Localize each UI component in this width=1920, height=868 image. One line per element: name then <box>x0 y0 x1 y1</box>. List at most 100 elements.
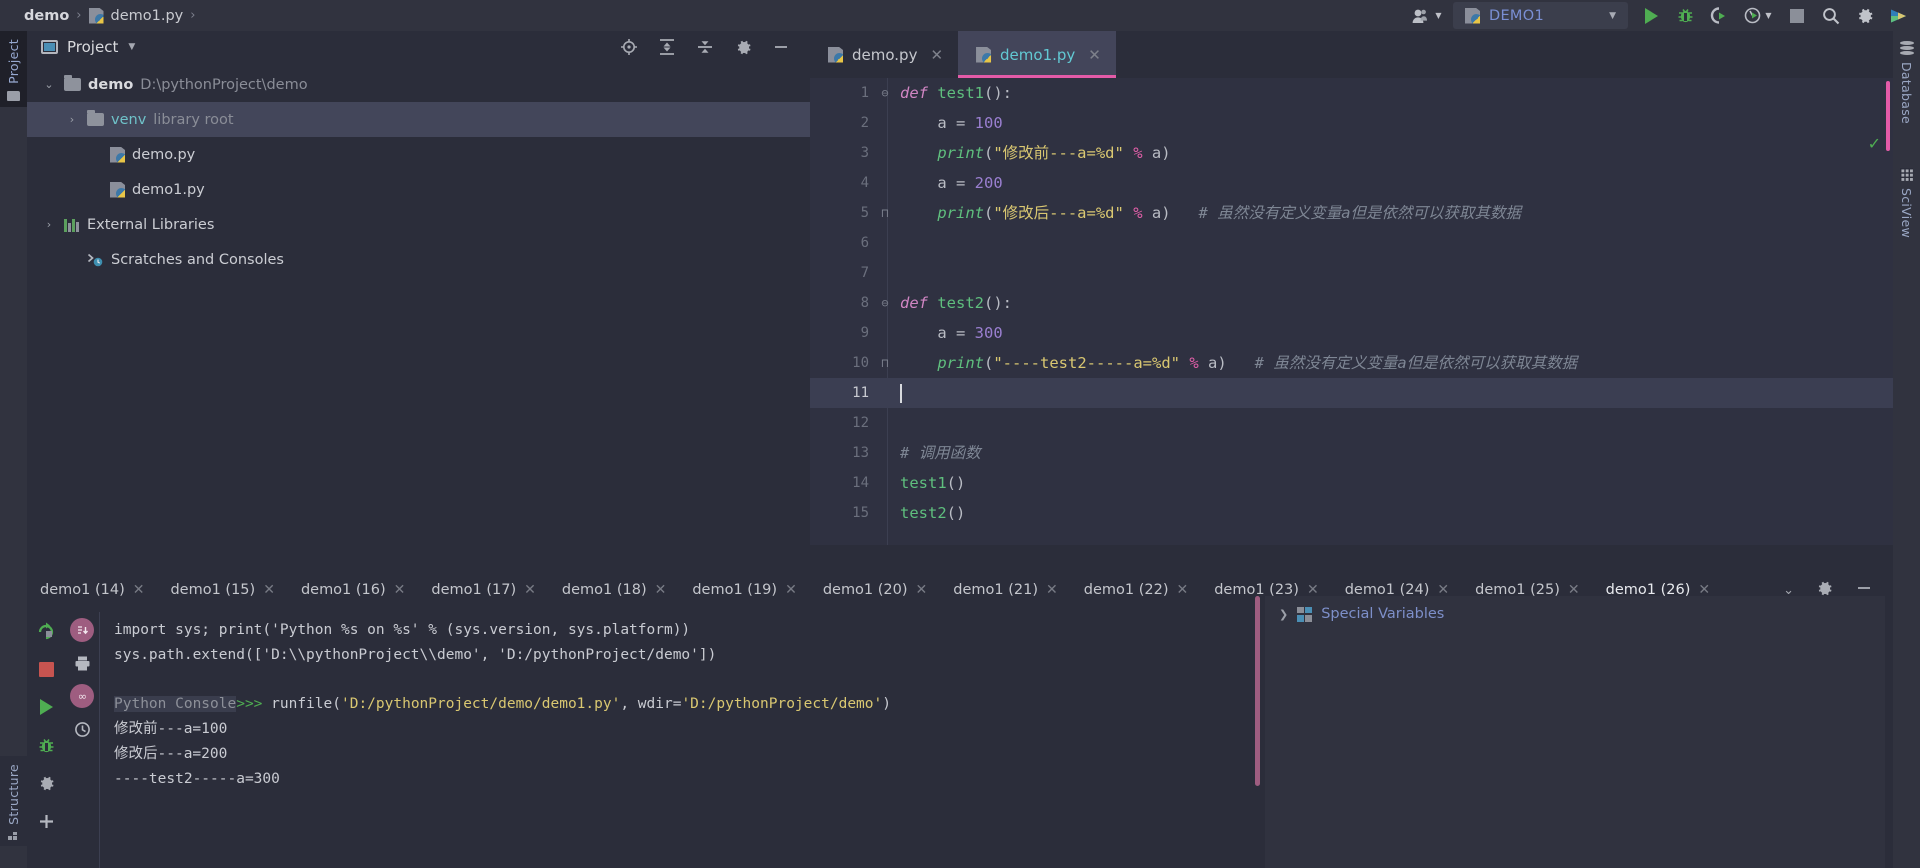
locate-icon[interactable] <box>620 38 638 56</box>
code-line[interactable]: 6 <box>810 228 1893 258</box>
console-tab[interactable]: demo1 (22) ✕ <box>1071 568 1201 612</box>
sidebar-item-database[interactable]: Database <box>1893 31 1920 134</box>
tree-item-scratches-and-consoles[interactable]: Scratches and Consoles <box>27 242 810 277</box>
editor-tab-demo-py[interactable]: demo.py ✕ <box>810 31 958 78</box>
user-dropdown-icon[interactable]: ▼ <box>1405 0 1449 31</box>
tree-item-demo-py[interactable]: demo.py <box>27 137 810 172</box>
line-number: 12 <box>852 415 869 431</box>
close-icon[interactable]: ✕ <box>655 582 667 598</box>
code-line[interactable]: 13 # 调用函数 <box>810 438 1893 468</box>
collapse-all-icon[interactable] <box>696 38 714 56</box>
settings-icon[interactable] <box>35 772 57 794</box>
settings-icon[interactable] <box>1848 0 1882 31</box>
history-icon[interactable] <box>71 718 93 740</box>
sidebar-item-project[interactable]: Project <box>0 31 27 107</box>
code-line[interactable]: 4 a = 200 <box>810 168 1893 198</box>
rail-label-structure: Structure <box>6 764 21 825</box>
stop-button[interactable] <box>1780 0 1814 31</box>
import-icon[interactable] <box>70 618 94 642</box>
debug-button[interactable] <box>1668 0 1702 31</box>
code-line[interactable]: 3 print("修改前---a=%d" % a) <box>810 138 1893 168</box>
chevron-down-icon[interactable]: ▼ <box>1609 11 1616 21</box>
code-line[interactable]: 8 ⊖ def test2(): <box>810 288 1893 318</box>
code-line[interactable]: 1 ⊖ def test1(): <box>810 78 1893 108</box>
code-line[interactable]: 12 <box>810 408 1893 438</box>
close-icon[interactable]: ✕ <box>1088 46 1101 64</box>
print-icon[interactable] <box>71 652 93 674</box>
code-line[interactable]: 5 ⊓ print("修改后---a=%d" % a) # 虽然没有定义变量a但是… <box>810 198 1893 228</box>
run-button[interactable] <box>1634 0 1668 31</box>
close-icon[interactable]: ✕ <box>263 582 275 598</box>
chevron-right-icon[interactable]: › <box>64 113 80 126</box>
close-icon[interactable]: ✕ <box>524 582 536 598</box>
console-tab[interactable]: demo1 (20) ✕ <box>810 568 940 612</box>
eyes-icon[interactable]: ∞ <box>70 684 94 708</box>
chevron-down-icon[interactable]: ▼ <box>128 42 135 52</box>
code-line[interactable]: 7 <box>810 258 1893 288</box>
run-configuration-selector[interactable]: DEMO1 ▼ <box>1453 2 1628 29</box>
stop-icon[interactable] <box>35 658 57 680</box>
search-icon[interactable] <box>1814 0 1848 31</box>
console-tab[interactable]: demo1 (18) ✕ <box>549 568 679 612</box>
breadcrumb[interactable]: demo › demo1.py › <box>0 7 195 24</box>
tree-item-label: demo1.py <box>132 181 205 198</box>
close-icon[interactable]: ✕ <box>1046 582 1058 598</box>
breadcrumb-project[interactable]: demo <box>24 8 69 24</box>
editor-scrollbar-marker[interactable] <box>1886 81 1890 151</box>
sidebar-item-structure[interactable]: Structure <box>0 756 27 846</box>
code-fold-icon[interactable]: ⊖ <box>872 78 898 108</box>
tree-item-venv[interactable]: › venv library root <box>27 102 810 137</box>
code-line[interactable]: 14 test1() <box>810 468 1893 498</box>
chevron-right-icon[interactable]: › <box>41 218 57 231</box>
run-with-coverage-button[interactable] <box>1702 0 1736 31</box>
settings-icon[interactable] <box>734 38 752 56</box>
sidebar-item-sciview[interactable]: SciView <box>1893 158 1920 248</box>
hide-panel-icon[interactable] <box>772 38 790 56</box>
editor-tab-label: demo1.py <box>1000 45 1076 64</box>
close-icon[interactable]: ✕ <box>916 582 928 598</box>
code-line[interactable]: 11 <box>810 378 1893 408</box>
resume-icon[interactable] <box>35 696 57 718</box>
code-fold-icon[interactable]: ⊖ <box>872 288 898 318</box>
console-tab[interactable]: demo1 (15) ✕ <box>157 568 287 612</box>
tree-item-demo[interactable]: ⌄ demo D:\pythonProject\demo <box>27 67 810 102</box>
close-icon[interactable]: ✕ <box>394 582 406 598</box>
chevron-down-icon[interactable]: ⌄ <box>41 78 57 91</box>
close-icon[interactable]: ✕ <box>785 582 797 598</box>
console-tab[interactable]: demo1 (17) ✕ <box>418 568 548 612</box>
console-action-rail <box>27 612 65 868</box>
console-tab[interactable]: demo1 (19) ✕ <box>679 568 809 612</box>
special-variables-row[interactable]: ❯ Special Variables <box>1279 606 1885 622</box>
inspection-ok-icon[interactable]: ✓ <box>1868 134 1881 153</box>
close-icon[interactable]: ✕ <box>133 582 145 598</box>
debug-icon[interactable] <box>35 734 57 756</box>
python-config-icon <box>1465 7 1480 24</box>
code-fold-icon[interactable]: ⊓ <box>872 198 898 228</box>
code-editor[interactable]: 1 ⊖ def test1(): 2 a = 100 3 print("修改前---a=… <box>810 78 1893 545</box>
code-lines[interactable]: 1 ⊖ def test1(): 2 a = 100 3 print("修改前---a=… <box>810 78 1893 545</box>
code-fold-icon[interactable]: ⊓ <box>872 348 898 378</box>
editor-tab-demo1-py[interactable]: demo1.py ✕ <box>958 31 1116 78</box>
expand-all-icon[interactable] <box>658 38 676 56</box>
tree-item-external-libraries[interactable]: › External Libraries <box>27 207 810 242</box>
code-line[interactable]: 2 a = 100 <box>810 108 1893 138</box>
updates-icon[interactable] <box>1882 0 1916 31</box>
code-line[interactable]: 15 test2() <box>810 498 1893 528</box>
code-line[interactable]: 9 a = 300 <box>810 318 1893 348</box>
close-icon[interactable]: ✕ <box>1176 582 1188 598</box>
project-tool-window: Project ▼ ⌄ demo D:\pythonProject\demo ›… <box>27 31 810 545</box>
rerun-icon[interactable] <box>35 620 57 642</box>
chevron-right-icon[interactable]: ❯ <box>1279 608 1288 621</box>
editor-tab-label: demo.py <box>852 45 918 64</box>
close-icon[interactable]: ✕ <box>930 46 943 64</box>
console-tab[interactable]: demo1 (21) ✕ <box>940 568 1070 612</box>
code-line[interactable]: 10 ⊓ print("----test2-----a=%d" % a) # 虽然… <box>810 348 1893 378</box>
console-tab[interactable]: demo1 (16) ✕ <box>288 568 418 612</box>
profile-button[interactable]: ▼ <box>1736 0 1780 31</box>
console-tab[interactable]: demo1 (14) ✕ <box>27 568 157 612</box>
add-icon[interactable] <box>35 810 57 832</box>
console-divider-handle[interactable] <box>1255 596 1260 786</box>
tree-item-demo1-py[interactable]: demo1.py <box>27 172 810 207</box>
console-divider[interactable] <box>1255 568 1260 868</box>
breadcrumb-file[interactable]: demo1.py <box>111 8 184 24</box>
